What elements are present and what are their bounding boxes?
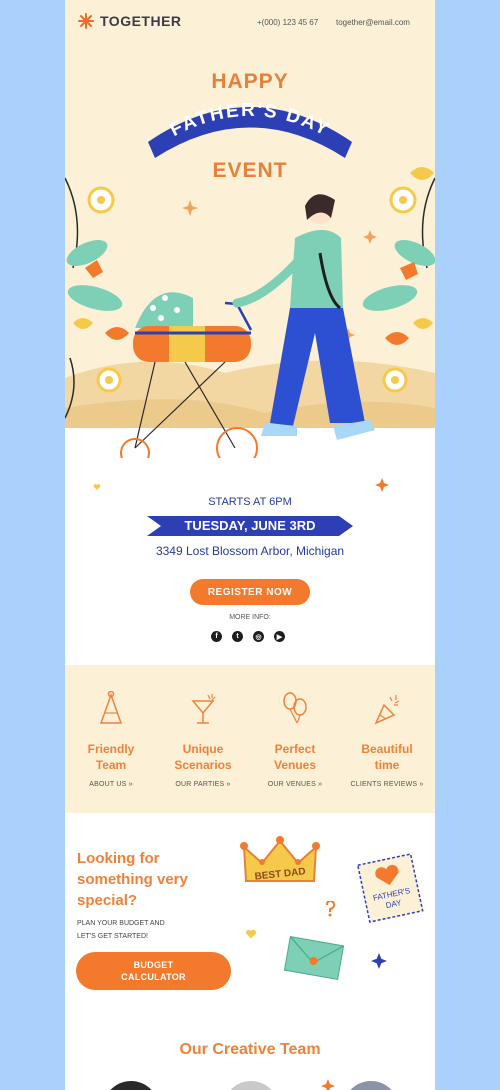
crown-icon: BEST DAD bbox=[240, 836, 320, 883]
cocktail-icon bbox=[191, 694, 216, 724]
social-links: f t ◎ ▶ bbox=[211, 631, 285, 642]
special-section: Looking for something very special? PLAN Y… bbox=[65, 813, 435, 1023]
envelope-icon bbox=[283, 935, 345, 981]
star-deco-icon bbox=[375, 478, 389, 492]
features-section: Friendly Team ABOUT US » Unique Scenarios … bbox=[65, 665, 435, 813]
star-deco-icon bbox=[371, 953, 387, 969]
youtube-icon[interactable]: ▶ bbox=[274, 631, 285, 642]
event-address: 3349 Lost Blossom Arbor, Michigan bbox=[155, 544, 345, 558]
right-plants-icon bbox=[362, 167, 435, 393]
start-time: STARTS AT 6PM bbox=[208, 496, 292, 508]
brand-name: TOGETHER bbox=[100, 13, 182, 29]
stamp-icon: FATHER'S DAY bbox=[356, 853, 424, 923]
sun-logo-icon bbox=[78, 13, 94, 29]
hero-section: TOGETHER +(000) 123 45 67 together@email… bbox=[65, 0, 435, 458]
more-info-label: MORE INFO: bbox=[229, 614, 271, 621]
feature-unique-scenarios: Unique Scenarios OUR PARTIES » bbox=[157, 665, 249, 813]
email-link[interactable]: together@email.com bbox=[336, 18, 410, 27]
party-popper-icon bbox=[374, 695, 400, 725]
budget-calculator-button[interactable]: BUDGET CALCULATOR bbox=[76, 952, 231, 990]
balloons-icon bbox=[283, 692, 307, 724]
fathers-day-banner: FATHER'S DAY bbox=[148, 100, 352, 158]
team-avatar bbox=[103, 1081, 159, 1090]
feature-title: Unique Scenarios bbox=[174, 742, 232, 772]
feature-title: Friendly Team bbox=[87, 742, 135, 772]
star-deco-icon bbox=[321, 1079, 335, 1090]
feature-perfect-venues: Perfect Venues OUR VENUES » bbox=[249, 665, 341, 813]
heart-deco-icon bbox=[93, 484, 101, 490]
email-container: TOGETHER +(000) 123 45 67 together@email… bbox=[65, 0, 435, 1090]
special-subtext: PLAN YOUR BUDGET AND LET'S GET STARTED! bbox=[77, 920, 165, 940]
about-us-link[interactable]: ABOUT US » bbox=[65, 781, 157, 788]
facebook-icon[interactable]: f bbox=[211, 631, 222, 642]
feature-title: Beautiful time bbox=[361, 742, 413, 772]
hero-happy-text: HAPPY bbox=[211, 70, 289, 93]
team-avatar bbox=[343, 1081, 399, 1090]
clients-reviews-link[interactable]: CLIENTS REVIEWS » bbox=[341, 781, 433, 788]
left-plants-icon bbox=[65, 177, 129, 419]
team-section: Our Creative Team bbox=[65, 1023, 435, 1090]
team-heading: Our Creative Team bbox=[179, 1041, 321, 1058]
event-info-section: STARTS AT 6PM TUESDAY, JUNE 3RD 3349 Los… bbox=[65, 458, 435, 665]
twitter-icon[interactable]: t bbox=[232, 631, 243, 642]
our-venues-link[interactable]: OUR VENUES » bbox=[249, 781, 341, 788]
feature-friendly-team: Friendly Team ABOUT US » bbox=[65, 665, 157, 813]
feature-beautiful-time: Beautiful time CLIENTS REVIEWS » bbox=[341, 665, 433, 813]
phone-link[interactable]: +(000) 123 45 67 bbox=[257, 18, 318, 27]
heart-deco-icon bbox=[246, 929, 256, 939]
our-parties-link[interactable]: OUR PARTIES » bbox=[157, 781, 249, 788]
register-now-button[interactable]: REGISTER NOW bbox=[190, 579, 310, 605]
feature-title: Perfect Venues bbox=[273, 742, 317, 772]
party-hat-icon bbox=[99, 691, 123, 724]
special-heading: Looking for something very special? bbox=[77, 850, 188, 909]
event-date: TUESDAY, JUNE 3RD bbox=[184, 518, 316, 533]
question-mark-icon bbox=[326, 901, 335, 917]
brand-logo[interactable]: TOGETHER bbox=[78, 13, 182, 29]
hero-illustration bbox=[65, 167, 435, 458]
team-avatar bbox=[223, 1081, 279, 1090]
instagram-icon[interactable]: ◎ bbox=[253, 631, 264, 642]
